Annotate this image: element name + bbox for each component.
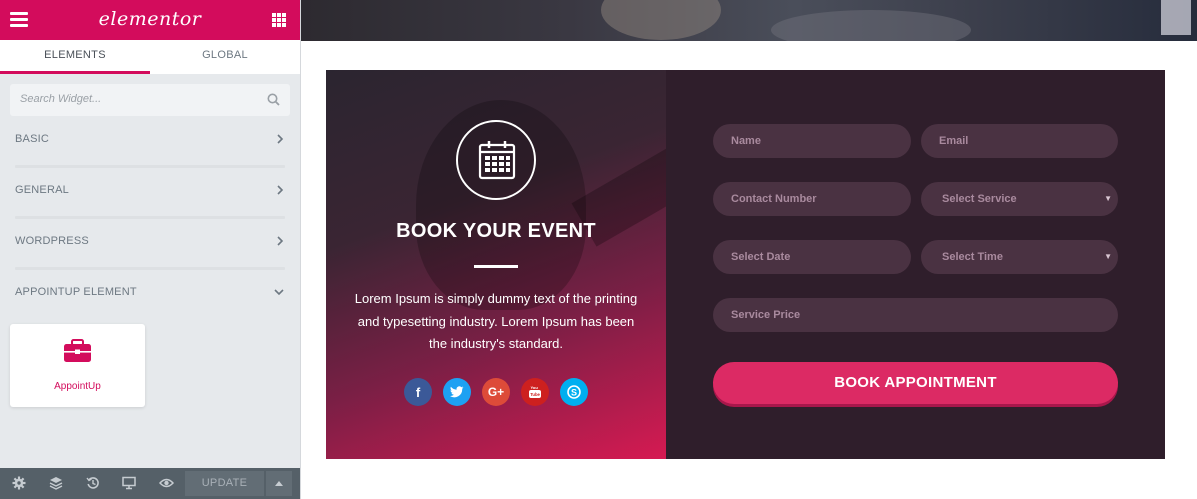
skype-icon[interactable]: S	[560, 378, 588, 406]
caret-up-icon	[275, 481, 283, 486]
hero-background-image	[301, 0, 1197, 41]
category-general[interactable]: GENERAL	[15, 181, 285, 201]
svg-text:S: S	[571, 388, 577, 398]
briefcase-icon	[64, 339, 91, 362]
email-field[interactable]: Email	[921, 124, 1118, 158]
search-placeholder: Search Widget...	[20, 93, 102, 105]
date-placeholder: Select Date	[731, 251, 791, 263]
divider	[15, 165, 285, 168]
panel-tabs: ELEMENTS GLOBAL	[0, 40, 300, 74]
search-icon	[267, 93, 280, 106]
dropdown-caret-icon: ▼	[1104, 252, 1112, 261]
responsive-icon[interactable]	[122, 476, 136, 490]
svg-text:Tube: Tube	[530, 392, 540, 397]
social-links: f G+ You Tube S	[404, 378, 588, 406]
booking-description: Lorem Ipsum is simply dummy text of the …	[354, 291, 638, 351]
price-placeholder: Service Price	[731, 309, 801, 321]
calendar-icon-circle	[456, 120, 536, 200]
settings-icon[interactable]	[12, 476, 26, 490]
book-appointment-button[interactable]: BOOK APPOINTMENT	[713, 362, 1118, 404]
date-field[interactable]: Select Date	[713, 240, 911, 274]
category-label: BASIC	[15, 133, 50, 145]
booking-title: BOOK YOUR EVENT	[396, 220, 596, 242]
tab-elements[interactable]: ELEMENTS	[0, 40, 150, 74]
service-select[interactable]: Select Service ▼	[921, 182, 1118, 216]
name-field[interactable]: Name	[713, 124, 911, 158]
layers-icon[interactable]	[49, 476, 63, 490]
title-underline	[474, 265, 518, 268]
booking-intro-panel: BOOK YOUR EVENT Lorem Ipsum is simply du…	[326, 70, 666, 459]
update-button[interactable]: UPDATE	[185, 471, 264, 496]
category-basic[interactable]: BASIC	[15, 130, 285, 150]
history-icon[interactable]	[86, 476, 100, 490]
widgets-grid-icon[interactable]	[272, 13, 286, 27]
category-label: GENERAL	[15, 184, 69, 196]
time-placeholder: Select Time	[942, 251, 1003, 263]
service-price-field[interactable]: Service Price	[713, 298, 1118, 332]
update-options-button[interactable]	[266, 471, 292, 496]
contact-number-field[interactable]: Contact Number	[713, 182, 911, 216]
facebook-icon[interactable]: f	[404, 378, 432, 406]
editor-sidebar: elementor ELEMENTS GLOBAL Search Widget.…	[0, 0, 301, 499]
editor-footer: UPDATE	[0, 468, 300, 499]
brand-logo: elementor	[98, 8, 202, 30]
category-appointup-element[interactable]: APPOINTUP ELEMENT	[15, 283, 285, 303]
booking-form: Name Email Contact Number Select Service…	[666, 70, 1165, 459]
service-placeholder: Select Service	[942, 193, 1017, 205]
svg-text:You: You	[531, 385, 539, 390]
twitter-icon[interactable]	[443, 378, 471, 406]
google-plus-icon[interactable]: G+	[482, 378, 510, 406]
youtube-icon[interactable]: You Tube	[521, 378, 549, 406]
category-label: APPOINTUP ELEMENT	[15, 286, 137, 298]
time-select[interactable]: Select Time ▼	[921, 240, 1118, 274]
search-input[interactable]: Search Widget...	[10, 84, 290, 116]
chevron-right-icon	[277, 134, 284, 144]
calendar-icon	[478, 141, 516, 180]
divider	[15, 267, 285, 270]
dropdown-caret-icon: ▼	[1104, 194, 1112, 203]
category-label: WORDPRESS	[15, 235, 89, 247]
widget-label: AppointUp	[54, 381, 101, 392]
chevron-right-icon	[277, 236, 284, 246]
email-placeholder: Email	[939, 135, 969, 147]
widget-appointup[interactable]: AppointUp	[10, 324, 145, 407]
chevron-down-icon	[274, 289, 284, 296]
chevron-right-icon	[277, 185, 284, 195]
tab-global[interactable]: GLOBAL	[150, 40, 300, 74]
booking-section: BOOK YOUR EVENT Lorem Ipsum is simply du…	[326, 70, 1165, 459]
editor-header: elementor	[0, 0, 300, 40]
contact-placeholder: Contact Number	[731, 193, 817, 205]
category-wordpress[interactable]: WORDPRESS	[15, 232, 285, 252]
preview-icon[interactable]	[159, 476, 174, 490]
divider	[15, 216, 285, 219]
name-placeholder: Name	[731, 135, 761, 147]
